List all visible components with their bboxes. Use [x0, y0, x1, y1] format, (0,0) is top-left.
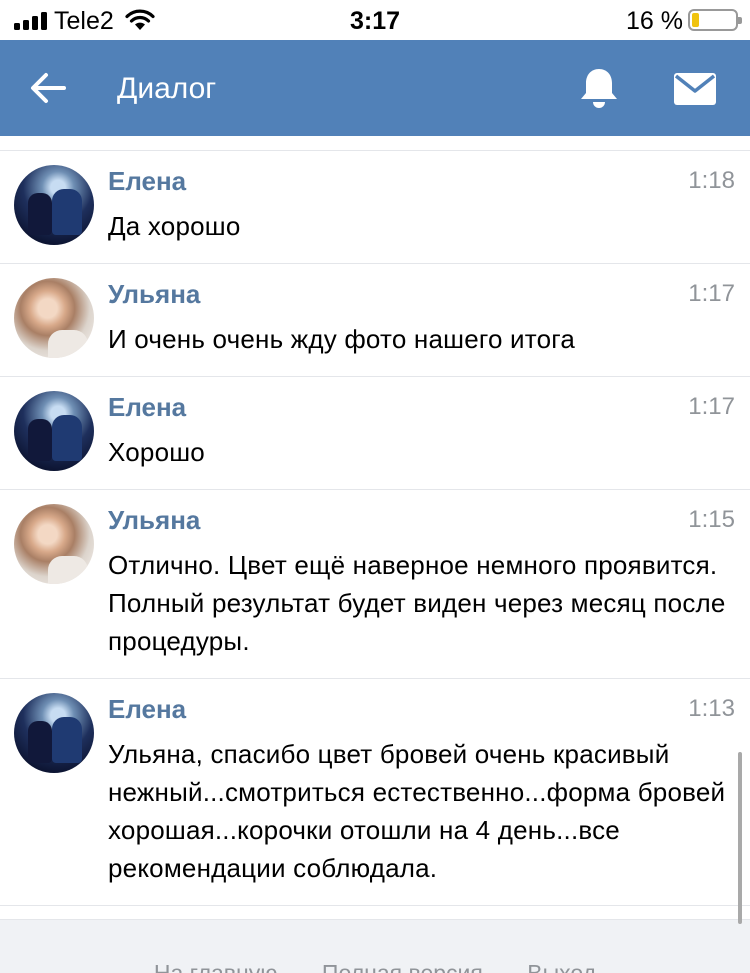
scrollbar[interactable] — [738, 752, 742, 924]
message-text: Отлично. Цвет ещё наверное немного прояв… — [108, 550, 726, 656]
message-time: 1:18 — [688, 167, 735, 194]
avatar[interactable] — [14, 165, 94, 245]
status-bar: Tele2 3:17 16 % — [0, 0, 750, 40]
footer: На главную · Полная версия · Выход — [0, 919, 750, 973]
message-author[interactable]: Елена — [108, 392, 730, 422]
battery-fill — [692, 13, 699, 27]
footer-links: На главную · Полная версия · Выход — [0, 960, 750, 973]
page-title: Диалог — [117, 72, 217, 105]
message-time: 1:17 — [688, 280, 735, 307]
message-text: И очень очень жду фото нашего итога — [108, 324, 576, 354]
bell-icon[interactable] — [578, 66, 620, 110]
message-time: 1:15 — [688, 506, 735, 533]
footer-link-logout[interactable]: Выход — [527, 960, 596, 973]
message-author[interactable]: Елена — [108, 166, 730, 196]
avatar[interactable] — [14, 391, 94, 471]
battery-percentage: 16 % — [626, 7, 683, 35]
message-author[interactable]: Ульяна — [108, 505, 730, 535]
message-time: 1:13 — [688, 695, 735, 722]
footer-separator: · — [501, 960, 509, 973]
message-item[interactable]: Елена 1:18 Да хорошо — [0, 151, 750, 264]
avatar[interactable] — [14, 693, 94, 773]
message-text: Хорошо — [108, 437, 205, 467]
footer-separator: · — [295, 960, 304, 973]
avatar[interactable] — [14, 278, 94, 358]
app-header: Диалог — [0, 40, 750, 136]
message-time: 1:17 — [688, 393, 735, 420]
message-item[interactable]: Елена 1:17 Хорошо — [0, 377, 750, 490]
message-text: Да хорошо — [108, 211, 241, 241]
footer-link-full-version[interactable]: Полная версия — [322, 960, 483, 973]
battery-icon — [688, 9, 742, 31]
avatar[interactable] — [14, 504, 94, 584]
message-item[interactable]: Ульяна 1:17 И очень очень жду фото нашег… — [0, 264, 750, 377]
message-item[interactable]: Елена 1:13 Ульяна, спасибо цвет бровей о… — [0, 679, 750, 906]
mail-icon[interactable] — [672, 71, 718, 107]
footer-link-home[interactable]: На главную — [154, 960, 278, 973]
back-arrow-icon[interactable] — [28, 68, 68, 108]
message-list: Елена 1:18 Да хорошо Ульяна 1:17 И очень… — [0, 150, 750, 906]
message-author[interactable]: Ульяна — [108, 279, 730, 309]
message-author[interactable]: Елена — [108, 694, 730, 724]
message-item[interactable]: Ульяна 1:15 Отлично. Цвет ещё наверное н… — [0, 490, 750, 679]
message-text: Ульяна, спасибо цвет бровей очень красив… — [108, 739, 726, 883]
